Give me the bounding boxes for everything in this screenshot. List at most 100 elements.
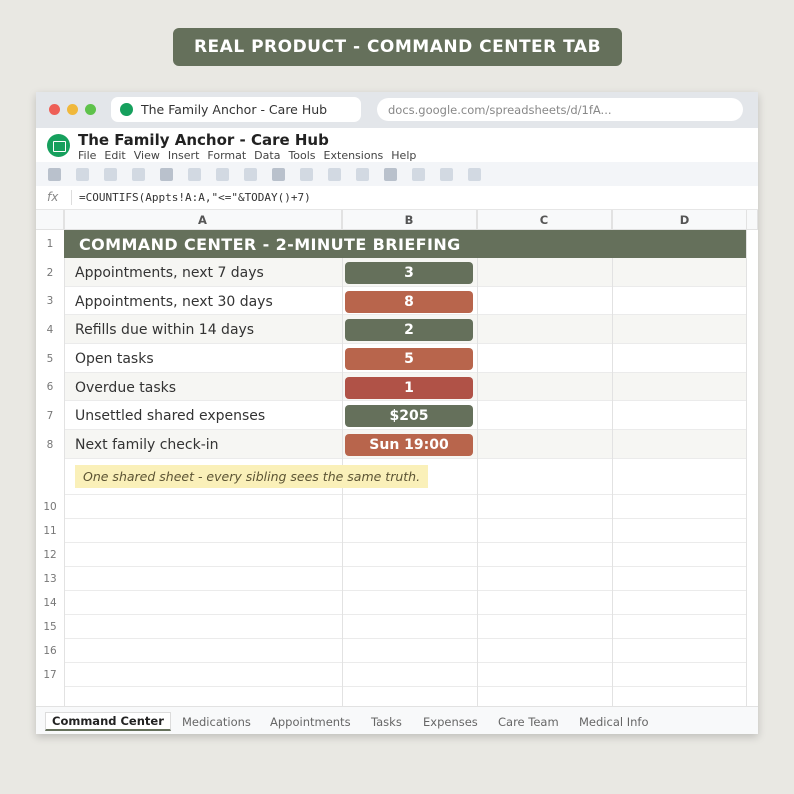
banner-title: REAL PRODUCT - COMMAND CENTER TAB — [173, 28, 622, 66]
maximize-window-button[interactable] — [85, 104, 96, 115]
menu-item-extensions[interactable]: Extensions — [324, 149, 384, 162]
menu-item-data[interactable]: Data — [254, 149, 280, 162]
metric-label[interactable]: Unsettled shared expenses — [75, 408, 265, 424]
metric-value[interactable]: 2 — [345, 319, 473, 341]
row-number[interactable]: 17 — [36, 663, 64, 687]
row-number[interactable]: 4 — [36, 315, 64, 344]
shared-sheet-note[interactable]: One shared sheet - every sibling sees th… — [75, 465, 429, 488]
row-bg-11 — [64, 519, 746, 543]
gridline-a — [64, 210, 65, 706]
fill-color-icon[interactable] — [412, 168, 425, 181]
row-number[interactable]: 13 — [36, 567, 64, 591]
column-header-b[interactable]: B — [342, 210, 477, 230]
print-icon[interactable] — [104, 168, 117, 181]
row-number[interactable]: 8 — [36, 430, 64, 459]
italic-icon[interactable] — [356, 168, 369, 181]
metric-value[interactable]: 3 — [345, 262, 473, 284]
sheet-tab-tasks[interactable]: Tasks — [371, 712, 402, 731]
gridline-c — [477, 210, 478, 706]
redo-icon[interactable] — [76, 168, 89, 181]
menu-bar: File Edit View Insert Format Data Tools … — [78, 149, 416, 162]
menu-item-file[interactable]: File — [78, 149, 96, 162]
menu-item-format[interactable]: Format — [207, 149, 246, 162]
row-number[interactable]: 5 — [36, 344, 64, 373]
metric-value[interactable]: $205 — [345, 405, 473, 427]
formula-divider — [71, 190, 72, 205]
menu-item-view[interactable]: View — [134, 149, 160, 162]
row-bg-16 — [64, 639, 746, 663]
percent-icon[interactable] — [216, 168, 229, 181]
metric-label[interactable]: Refills due within 14 days — [75, 322, 254, 338]
text-color-icon[interactable] — [384, 168, 397, 181]
undo-icon[interactable] — [48, 168, 61, 181]
menu-item-help[interactable]: Help — [391, 149, 416, 162]
metric-value[interactable]: Sun 19:00 — [345, 434, 473, 456]
metric-value[interactable]: 5 — [345, 348, 473, 370]
column-header-d[interactable]: D — [612, 210, 758, 230]
row-number[interactable]: 2 — [36, 258, 64, 287]
row-bg-13 — [64, 567, 746, 591]
row-bg-10 — [64, 495, 746, 519]
address-bar[interactable]: docs.google.com/spreadsheets/d/1fA... — [377, 98, 743, 121]
row-number[interactable]: 15 — [36, 615, 64, 639]
select-all-corner[interactable] — [36, 210, 64, 230]
row-bg-15 — [64, 615, 746, 639]
font-icon[interactable] — [272, 168, 285, 181]
zoom-icon[interactable] — [160, 168, 173, 181]
bold-icon[interactable] — [328, 168, 341, 181]
paint-format-icon[interactable] — [132, 168, 145, 181]
currency-icon[interactable] — [188, 168, 201, 181]
borders-icon[interactable] — [440, 168, 453, 181]
row-bg-14 — [64, 591, 746, 615]
sheets-logo-icon[interactable] — [47, 134, 70, 157]
sheet-tab-appointments[interactable]: Appointments — [270, 712, 351, 731]
metric-label[interactable]: Next family check-in — [75, 437, 219, 453]
sheets-favicon-icon — [120, 103, 133, 116]
merge-icon[interactable] — [468, 168, 481, 181]
row-bg-17 — [64, 663, 746, 687]
column-header-c[interactable]: C — [477, 210, 612, 230]
decimal-icon[interactable] — [244, 168, 257, 181]
row-number[interactable]: 6 — [36, 373, 64, 401]
fx-icon: fx — [47, 190, 59, 204]
briefing-title[interactable]: COMMAND CENTER - 2-MINUTE BRIEFING — [64, 230, 746, 258]
row-number[interactable]: 1 — [36, 230, 64, 258]
minimize-window-button[interactable] — [67, 104, 78, 115]
metric-label[interactable]: Appointments, next 30 days — [75, 294, 273, 310]
metric-value[interactable]: 1 — [345, 377, 473, 399]
column-header-a[interactable]: A — [64, 210, 342, 230]
close-window-button[interactable] — [49, 104, 60, 115]
metric-value[interactable]: 8 — [345, 291, 473, 313]
browser-window: The Family Anchor - Care Hub docs.google… — [36, 92, 758, 734]
sheet-tab-command-center[interactable]: Command Center — [45, 712, 171, 731]
row-number[interactable]: 16 — [36, 639, 64, 663]
document-title[interactable]: The Family Anchor - Care Hub — [78, 131, 329, 149]
menu-item-edit[interactable]: Edit — [104, 149, 125, 162]
gridline-d — [612, 210, 613, 706]
row-number[interactable]: 11 — [36, 519, 64, 543]
metric-label[interactable]: Appointments, next 7 days — [75, 265, 264, 281]
sheet-tab-medications[interactable]: Medications — [182, 712, 251, 731]
gridline-b — [342, 210, 343, 706]
sheet-tab-expenses[interactable]: Expenses — [423, 712, 478, 731]
browser-chrome: The Family Anchor - Care Hub docs.google… — [36, 92, 758, 128]
row-number[interactable]: 12 — [36, 543, 64, 567]
menu-item-tools[interactable]: Tools — [288, 149, 315, 162]
row-number[interactable]: 10 — [36, 495, 64, 519]
browser-tab-title: The Family Anchor - Care Hub — [141, 102, 328, 117]
formula-input[interactable]: =COUNTIFS(Appts!A:A,"<="&TODAY()+7) — [79, 191, 311, 204]
browser-tab[interactable]: The Family Anchor - Care Hub — [111, 97, 361, 122]
address-bar-url: docs.google.com/spreadsheets/d/1fA... — [388, 102, 612, 117]
row-number[interactable]: 7 — [36, 401, 64, 430]
sheet-tabs-bar: Command Center Medications Appointments … — [36, 706, 758, 734]
font-size-icon[interactable] — [300, 168, 313, 181]
metric-label[interactable]: Open tasks — [75, 351, 154, 367]
sheet-tab-medical-info[interactable]: Medical Info — [579, 712, 648, 731]
toolbar — [36, 162, 758, 186]
sheet-tab-care-team[interactable]: Care Team — [498, 712, 559, 731]
metric-label[interactable]: Overdue tasks — [75, 380, 176, 396]
row-number[interactable]: 14 — [36, 591, 64, 615]
row-number[interactable]: 3 — [36, 287, 64, 315]
formula-bar: fx =COUNTIFS(Appts!A:A,"<="&TODAY()+7) — [36, 186, 758, 210]
menu-item-insert[interactable]: Insert — [168, 149, 200, 162]
